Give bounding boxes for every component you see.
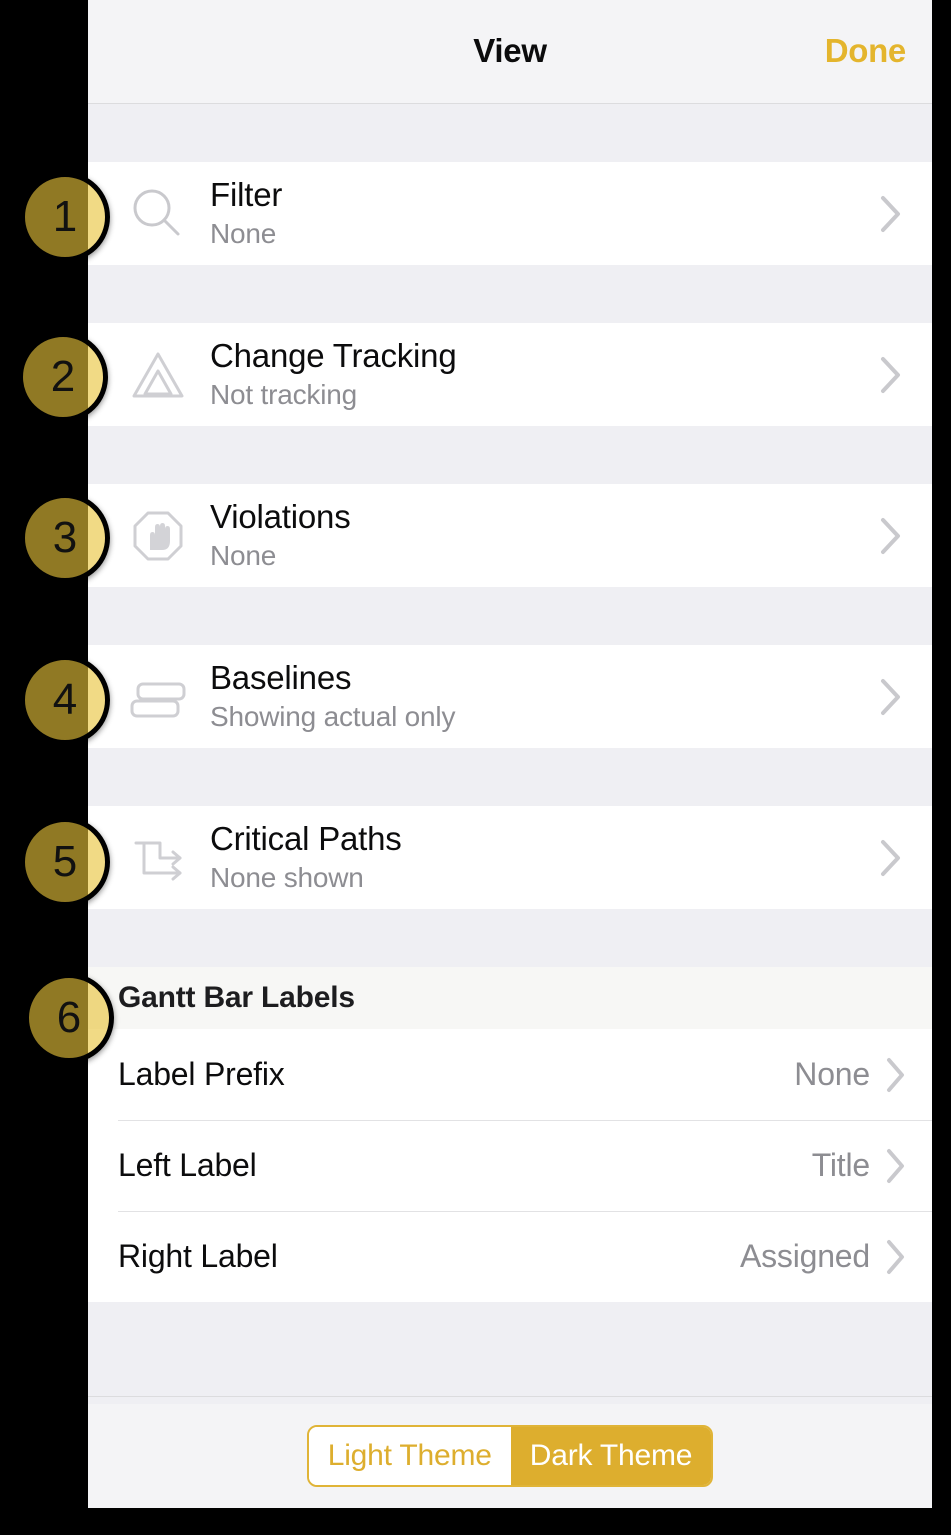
settings-row-left-label[interactable]: Left Label Title — [88, 1120, 932, 1211]
row-value: Showing actual only — [210, 701, 456, 732]
chevron-right-icon — [878, 514, 904, 558]
row-value: None — [794, 1056, 870, 1092]
navigation-bar: View Done — [88, 0, 932, 104]
callout-badge-6: 6 — [24, 973, 114, 1063]
row-value: None shown — [210, 862, 364, 893]
settings-row-baselines[interactable]: Baselines Showing actual only — [88, 645, 932, 748]
callout-badge-3: 3 — [20, 493, 110, 583]
row-title: Filter — [210, 176, 283, 213]
list-spacer — [88, 104, 932, 162]
chevron-right-icon — [884, 1054, 908, 1096]
chevron-right-icon — [878, 675, 904, 719]
bottom-toolbar: Light Theme Dark Theme — [88, 1404, 932, 1508]
settings-row-violations[interactable]: Violations None — [88, 484, 932, 587]
settings-row-label-prefix[interactable]: Label Prefix None — [88, 1029, 932, 1120]
settings-row-change-tracking[interactable]: Change Tracking Not tracking — [88, 323, 932, 426]
callout-number: 4 — [52, 675, 78, 724]
section-header-gantt-bar-labels: Gantt Bar Labels — [88, 967, 932, 1029]
list-spacer — [88, 426, 932, 484]
row-title: Violations — [210, 498, 351, 535]
callout-number: 6 — [56, 993, 82, 1042]
callout-badge-2: 2 — [18, 332, 108, 422]
chevron-right-icon — [878, 836, 904, 880]
row-text-group: Change Tracking Not tracking — [210, 336, 878, 413]
done-button[interactable]: Done — [825, 32, 907, 70]
list-spacer — [88, 909, 932, 967]
chevron-right-icon — [884, 1236, 908, 1278]
callout-number: 3 — [52, 513, 78, 562]
stop-hand-icon — [110, 505, 206, 567]
list-spacer — [88, 265, 932, 323]
settings-row-critical-paths[interactable]: Critical Paths None shown — [88, 806, 932, 909]
baseline-bars-icon — [110, 666, 206, 728]
chevron-right-icon — [878, 353, 904, 397]
row-text-group: Violations None — [210, 497, 878, 574]
callout-badge-5: 5 — [20, 817, 110, 907]
row-text-group: Critical Paths None shown — [210, 819, 878, 896]
row-value: Not tracking — [210, 379, 357, 410]
settings-list[interactable]: Filter None Change Tracking Not tracking — [88, 104, 932, 1404]
page-title: View — [473, 32, 547, 69]
row-title: Critical Paths — [210, 820, 402, 857]
settings-row-right-label[interactable]: Right Label Assigned — [88, 1211, 932, 1302]
row-value: None — [210, 218, 277, 249]
callout-badge-1: 1 — [20, 172, 110, 262]
theme-option-light[interactable]: Light Theme — [308, 1427, 511, 1485]
row-value: Title — [811, 1147, 870, 1183]
magnifier-icon — [110, 183, 206, 245]
row-text-group: Baselines Showing actual only — [210, 658, 878, 735]
list-spacer — [88, 748, 932, 806]
critical-path-icon — [110, 827, 206, 889]
row-value: Assigned — [739, 1238, 870, 1274]
callout-number: 5 — [52, 837, 78, 886]
settings-panel: View Done Filter None Change Tracking No… — [88, 0, 932, 1508]
callout-number: 1 — [52, 192, 78, 241]
list-spacer — [88, 587, 932, 645]
settings-row-filter[interactable]: Filter None — [88, 162, 932, 265]
row-title: Baselines — [210, 659, 352, 696]
row-label: Left Label — [118, 1147, 257, 1183]
callout-badge-4: 4 — [20, 655, 110, 745]
row-label: Label Prefix — [118, 1056, 285, 1092]
row-title: Change Tracking — [210, 337, 457, 374]
section-header-label: Gantt Bar Labels — [118, 981, 355, 1014]
list-spacer — [88, 1302, 932, 1397]
row-text-group: Filter None — [210, 175, 878, 252]
chevron-right-icon — [884, 1145, 908, 1187]
row-value: None — [210, 540, 277, 571]
warning-triangle-icon — [110, 344, 206, 406]
callout-number: 2 — [50, 352, 76, 401]
row-label: Right Label — [118, 1238, 278, 1274]
chevron-right-icon — [878, 192, 904, 236]
theme-option-dark[interactable]: Dark Theme — [510, 1427, 712, 1485]
theme-segmented-control[interactable]: Light Theme Dark Theme — [306, 1425, 714, 1487]
